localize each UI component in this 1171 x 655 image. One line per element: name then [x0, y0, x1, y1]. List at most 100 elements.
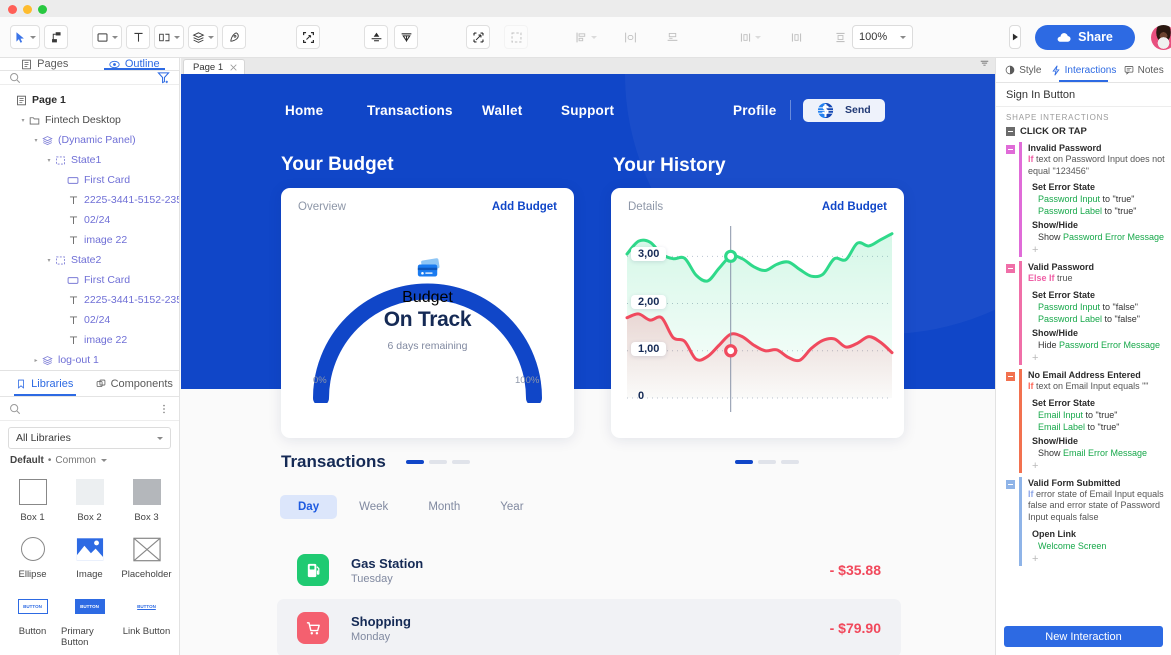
twisty-icon[interactable]: ▾: [45, 257, 53, 264]
chevron-down-icon[interactable]: [174, 35, 180, 39]
library-item-ellipse[interactable]: Ellipse: [4, 528, 61, 583]
outline-item-state2[interactable]: ▾ State2: [0, 250, 179, 270]
outline-item-first-card[interactable]: First Card: [0, 170, 179, 190]
budget-add-budget-link[interactable]: Add Budget: [492, 201, 557, 213]
select-tool[interactable]: [10, 25, 40, 49]
library-category-selector[interactable]: Default • Common: [0, 449, 179, 469]
tab-pages[interactable]: Pages: [0, 58, 90, 70]
twisty-icon[interactable]: ▾: [19, 117, 27, 124]
case-action-line[interactable]: Password Input to "true": [1028, 193, 1171, 205]
chevron-down-icon[interactable]: [157, 436, 163, 440]
twisty-icon[interactable]: ▾: [32, 137, 40, 144]
library-item-box-1[interactable]: Box 1: [4, 471, 61, 526]
close-icon[interactable]: [230, 63, 237, 71]
outline-item-first-card[interactable]: First Card: [0, 270, 179, 290]
maximize-window-button[interactable]: [38, 5, 47, 14]
search-icon[interactable]: [9, 72, 21, 84]
nav-wallet[interactable]: Wallet: [482, 103, 522, 118]
nav-home[interactable]: Home: [285, 103, 323, 118]
outline-item-02-24[interactable]: 02/24: [0, 310, 179, 330]
add-action-button[interactable]: +: [1028, 243, 1171, 257]
preview-button[interactable]: [1009, 25, 1022, 49]
tab-interactions[interactable]: Interactions: [1051, 58, 1116, 82]
outline-item-image-22[interactable]: image 22: [0, 230, 179, 250]
transaction-row[interactable]: Gas Station Tuesday - $35.88: [277, 541, 901, 599]
outline-item-log-out-1[interactable]: ▸ log-out 1: [0, 350, 179, 370]
filter-icon[interactable]: [157, 71, 170, 84]
outline-item-fintech-desktop[interactable]: ▾ Fintech Desktop: [0, 110, 179, 130]
case-action-line[interactable]: Show Password Error Message: [1028, 231, 1171, 243]
chevron-down-icon[interactable]: [101, 459, 107, 462]
canvas-tabs-overflow-button[interactable]: [980, 58, 989, 72]
avatar[interactable]: [1150, 24, 1171, 50]
case-action-line[interactable]: Password Label to "false": [1028, 313, 1171, 325]
case-action-line[interactable]: Email Input to "true": [1028, 409, 1171, 421]
outline-item-2225-3441-5152-2351[interactable]: 2225-3441-5152-2351: [0, 290, 179, 310]
chevron-down-icon[interactable]: [208, 35, 214, 39]
library-item-image[interactable]: Image: [61, 528, 118, 583]
interaction-event-row[interactable]: CLICK OR TAP: [996, 124, 1171, 140]
add-action-button[interactable]: +: [1028, 459, 1171, 473]
library-item-button[interactable]: BUTTON Button: [4, 585, 61, 651]
twisty-icon[interactable]: ▸: [32, 357, 40, 364]
tab-notes[interactable]: Notes: [1116, 58, 1171, 82]
case-collapse-icon[interactable]: [1006, 145, 1015, 154]
add-action-button[interactable]: +: [1028, 552, 1171, 566]
nav-profile[interactable]: Profile: [733, 103, 776, 118]
text-tool[interactable]: [126, 25, 150, 49]
twisty-icon[interactable]: ▾: [45, 157, 53, 164]
collapse-icon[interactable]: [1006, 127, 1015, 136]
case-action-line[interactable]: Email Label to "true": [1028, 421, 1171, 433]
search-icon[interactable]: [9, 403, 21, 415]
send-button[interactable]: Send: [803, 98, 885, 122]
transactions-tab-week[interactable]: Week: [341, 495, 406, 519]
new-interaction-button[interactable]: New Interaction: [1004, 626, 1163, 647]
layers-tool[interactable]: [188, 25, 218, 49]
tab-components[interactable]: Components: [90, 371, 180, 396]
share-button[interactable]: Share: [1035, 24, 1135, 50]
case-collapse-icon[interactable]: [1006, 479, 1015, 489]
outline-item-image-22[interactable]: image 22: [0, 330, 179, 350]
case-collapse-icon[interactable]: [1006, 372, 1015, 382]
connector-tool[interactable]: [44, 25, 68, 49]
flip-vertical-tool[interactable]: [364, 25, 388, 49]
case-collapse-icon[interactable]: [1006, 264, 1015, 274]
user-account-menu[interactable]: [1150, 24, 1171, 50]
tab-libraries[interactable]: Libraries: [0, 371, 90, 396]
tab-style[interactable]: Style: [996, 58, 1051, 82]
outline-item-dynamic-panel[interactable]: ▾ (Dynamic Panel): [0, 130, 179, 150]
group-tool[interactable]: [466, 25, 490, 49]
history-add-budget-link[interactable]: Add Budget: [822, 201, 887, 213]
close-window-button[interactable]: [8, 5, 17, 14]
more-options-icon[interactable]: [158, 403, 170, 415]
outline-item-2225-3441-5152-2351[interactable]: 2225-3441-5152-2351: [0, 190, 179, 210]
zoom-level-select[interactable]: 100%: [852, 25, 914, 49]
case-action-line[interactable]: Password Label to "true": [1028, 205, 1171, 217]
case-action-line[interactable]: Hide Password Error Message: [1028, 339, 1171, 351]
nav-transactions[interactable]: Transactions: [367, 103, 453, 118]
case-action-line[interactable]: Show Email Error Message: [1028, 447, 1171, 459]
flip-horizontal-tool[interactable]: [394, 25, 418, 49]
outline-item-02-24[interactable]: 02/24: [0, 210, 179, 230]
chevron-down-icon[interactable]: [30, 35, 36, 39]
add-action-button[interactable]: +: [1028, 351, 1171, 365]
library-item-primary-button[interactable]: BUTTON Primary Button: [61, 585, 118, 651]
layout-tool[interactable]: [154, 25, 184, 49]
outline-item-state1[interactable]: ▾ State1: [0, 150, 179, 170]
tab-outline[interactable]: Outline: [90, 58, 180, 70]
chevron-down-icon[interactable]: [900, 35, 907, 39]
library-item-link-button[interactable]: BUTTON Link Button: [118, 585, 175, 651]
case-action-line[interactable]: Password Input to "false": [1028, 301, 1171, 313]
chevron-down-icon[interactable]: [112, 35, 118, 39]
library-item-box-2[interactable]: Box 2: [61, 471, 118, 526]
minimize-window-button[interactable]: [23, 5, 32, 14]
library-item-placeholder[interactable]: Placeholder: [118, 528, 175, 583]
transactions-tab-day[interactable]: Day: [280, 495, 338, 519]
frame-tool[interactable]: [296, 25, 320, 49]
library-selector[interactable]: All Libraries: [8, 427, 171, 449]
rectangle-tool[interactable]: [92, 25, 122, 49]
outline-item-page-1[interactable]: Page 1: [0, 90, 179, 110]
nav-support[interactable]: Support: [561, 103, 614, 118]
transactions-tab-month[interactable]: Month: [410, 495, 478, 519]
case-action-line[interactable]: Welcome Screen: [1028, 540, 1171, 552]
